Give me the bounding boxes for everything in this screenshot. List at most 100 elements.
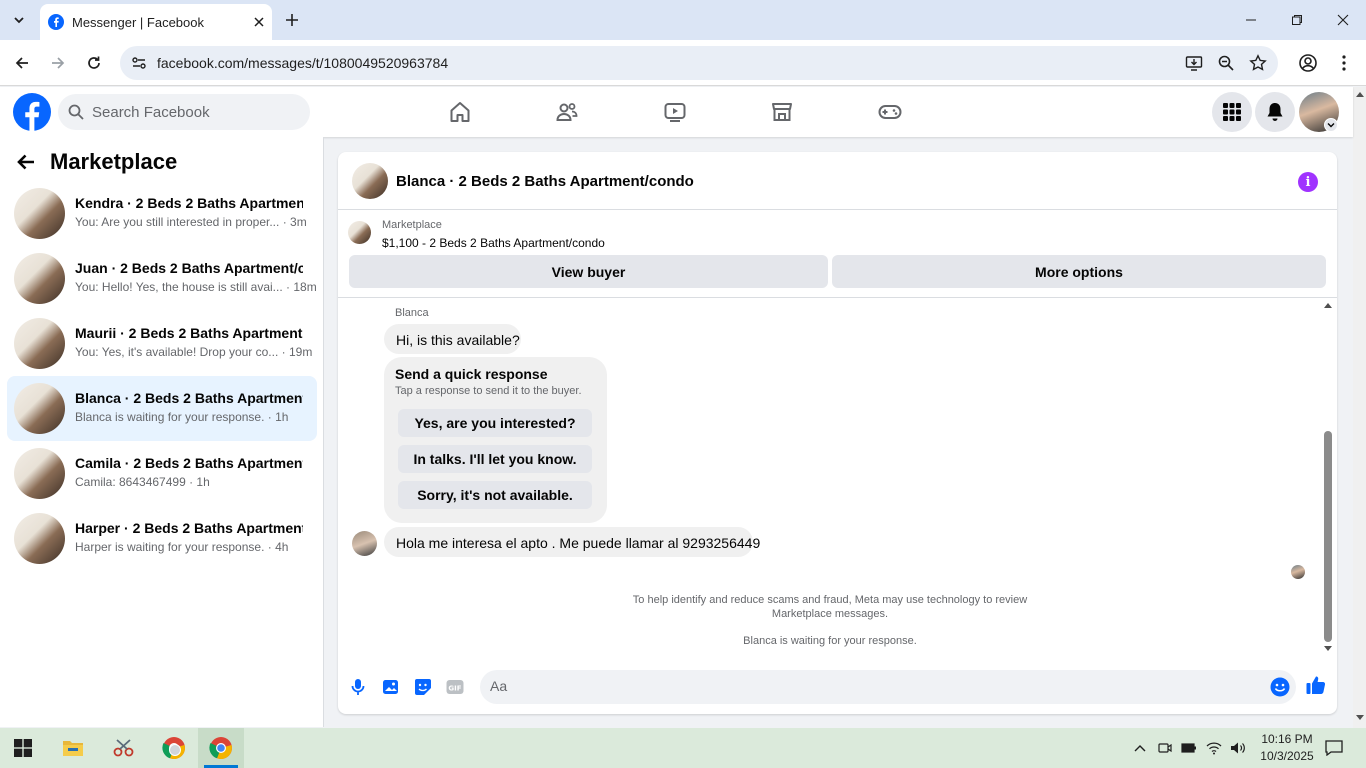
restore-button[interactable] <box>1274 0 1320 40</box>
battery-indicator[interactable] <box>1179 728 1199 768</box>
chat-title[interactable]: Blanca · 2 Beds 2 Baths Apartment/condo <box>396 173 694 190</box>
page-scrollbar[interactable] <box>1353 87 1366 728</box>
windows-logo-icon <box>14 739 32 757</box>
url-text: facebook.com/messages/t/1080049520963784 <box>157 55 449 71</box>
scroll-thumb[interactable] <box>1324 431 1332 642</box>
minimize-icon <box>1246 19 1256 21</box>
browser-tab-messenger[interactable]: Messenger | Facebook <box>40 4 272 40</box>
info-icon[interactable]: i <box>1298 172 1318 192</box>
conversation-name: Harper · 2 Beds 2 Baths Apartment... <box>75 520 303 536</box>
sender-label: Blanca <box>395 307 429 319</box>
notifications-button[interactable] <box>1255 92 1295 132</box>
conversation-item[interactable]: Camila · 2 Beds 2 Baths Apartment... Cam… <box>7 441 317 506</box>
nav-gaming[interactable] <box>870 92 910 132</box>
bookmark-button[interactable] <box>1248 53 1268 73</box>
view-buyer-button[interactable]: View buyer <box>349 255 828 288</box>
nav-video[interactable] <box>655 92 695 132</box>
sender-avatar[interactable] <box>352 531 377 556</box>
more-options-button[interactable]: More options <box>832 255 1326 288</box>
scam-notice-line: To help identify and reduce scams and fr… <box>632 594 1028 606</box>
reload-button[interactable] <box>80 49 108 77</box>
zoom-button[interactable] <box>1216 53 1236 73</box>
facebook-search[interactable] <box>58 94 310 130</box>
close-icon <box>1337 14 1349 26</box>
quick-reply-button[interactable]: Sorry, it's not available. <box>398 481 592 509</box>
close-tab-icon[interactable] <box>254 17 264 27</box>
minimize-button[interactable] <box>1228 0 1274 40</box>
quick-response-card: Send a quick response Tap a response to … <box>384 357 607 523</box>
listing-thumbnail[interactable] <box>348 221 371 244</box>
facebook-logo-icon[interactable] <box>13 93 51 131</box>
microphone-icon <box>351 679 365 695</box>
folder-icon <box>63 741 83 756</box>
sidebar-header: Marketplace <box>16 149 177 175</box>
site-settings-icon[interactable] <box>131 55 147 71</box>
back-button[interactable] <box>8 49 36 77</box>
account-chevron[interactable] <box>1324 118 1338 132</box>
clock-date: 10/3/2025 <box>1260 749 1314 763</box>
browser-menu-button[interactable] <box>1330 49 1358 77</box>
conversation-item[interactable]: Juan · 2 Beds 2 Baths Apartment/c... You… <box>7 246 317 311</box>
conversation-item[interactable]: Kendra · 2 Beds 2 Baths Apartmen... You:… <box>7 181 317 246</box>
waiting-notice: Blanca is waiting for your response. <box>743 635 917 647</box>
speaker-icon <box>1231 742 1245 754</box>
chat-scrollbar[interactable] <box>1323 300 1333 652</box>
system-clock[interactable]: 10:16 PM 10/3/2025 <box>1252 731 1322 765</box>
gif-button[interactable]: GIF <box>444 676 466 698</box>
marketplace-sidebar: Marketplace Kendra · 2 Beds 2 Baths Apar… <box>0 137 324 727</box>
chat-bubble-icon <box>1325 740 1343 756</box>
photo-icon <box>383 680 398 694</box>
profile-button[interactable] <box>1294 49 1322 77</box>
quick-reply-button[interactable]: Yes, are you interested? <box>398 409 592 437</box>
attach-photo-button[interactable] <box>380 676 402 698</box>
conversation-item[interactable]: Maurii · 2 Beds 2 Baths Apartment... You… <box>7 311 317 376</box>
chrome-taskbar-button[interactable] <box>151 728 197 768</box>
start-button[interactable] <box>0 728 46 768</box>
scam-notice-line: Marketplace messages. <box>771 608 889 620</box>
install-app-button[interactable] <box>1184 53 1204 73</box>
chrome-active-taskbar-button[interactable] <box>198 728 244 768</box>
close-window-button[interactable] <box>1320 0 1366 40</box>
conversation-avatar <box>14 318 65 369</box>
search-input[interactable] <box>92 103 292 121</box>
plus-icon <box>286 14 298 26</box>
nav-home[interactable] <box>440 92 480 132</box>
chevron-down-icon <box>1327 123 1335 128</box>
conversation-preview: Camila: 8643467499 · 1h <box>75 475 210 489</box>
like-button[interactable] <box>1305 674 1327 696</box>
new-tab-button[interactable] <box>280 8 304 32</box>
nav-friends[interactable] <box>547 92 587 132</box>
notification-center-button[interactable] <box>1320 728 1348 768</box>
tab-search-button[interactable] <box>6 8 32 32</box>
quick-reply-button[interactable]: In talks. I'll let you know. <box>398 445 592 473</box>
menu-button[interactable] <box>1212 92 1252 132</box>
listing-title[interactable]: $1,100 - 2 Beds 2 Baths Apartment/condo <box>382 236 605 250</box>
home-icon <box>450 102 470 122</box>
snipping-tool-button[interactable] <box>101 728 147 768</box>
volume-indicator[interactable] <box>1227 728 1249 768</box>
chrome-icon <box>209 737 232 760</box>
sticker-button[interactable] <box>412 676 434 698</box>
message-input[interactable] <box>490 678 1250 694</box>
voice-clip-button[interactable] <box>347 676 369 698</box>
back-arrow-icon[interactable] <box>16 153 36 171</box>
file-explorer-button[interactable] <box>50 728 96 768</box>
address-bar[interactable]: facebook.com/messages/t/1080049520963784 <box>120 46 1278 80</box>
more-vertical-icon <box>1342 55 1346 71</box>
chat-panel: Blanca · 2 Beds 2 Baths Apartment/condo … <box>338 152 1337 714</box>
gif-icon: GIF <box>446 680 464 694</box>
tray-app-icon[interactable] <box>1155 728 1175 768</box>
message-input-box[interactable] <box>480 670 1296 704</box>
message-bubble[interactable]: Hi, is this available? <box>384 324 521 354</box>
network-indicator[interactable] <box>1203 728 1225 768</box>
emoji-icon[interactable] <box>1270 677 1290 697</box>
scroll-up-icon <box>1324 303 1332 308</box>
message-bubble[interactable]: Hola me interesa el apto . Me puede llam… <box>384 527 760 557</box>
message-text: Hi, is this available? <box>396 332 520 348</box>
nav-marketplace[interactable] <box>762 92 802 132</box>
conversation-item-active[interactable]: Blanca · 2 Beds 2 Baths Apartment... Bla… <box>7 376 317 441</box>
show-hidden-icons-button[interactable] <box>1130 728 1150 768</box>
chat-avatar[interactable] <box>352 163 388 199</box>
forward-button[interactable] <box>44 49 72 77</box>
conversation-item[interactable]: Harper · 2 Beds 2 Baths Apartment... Har… <box>7 506 317 571</box>
